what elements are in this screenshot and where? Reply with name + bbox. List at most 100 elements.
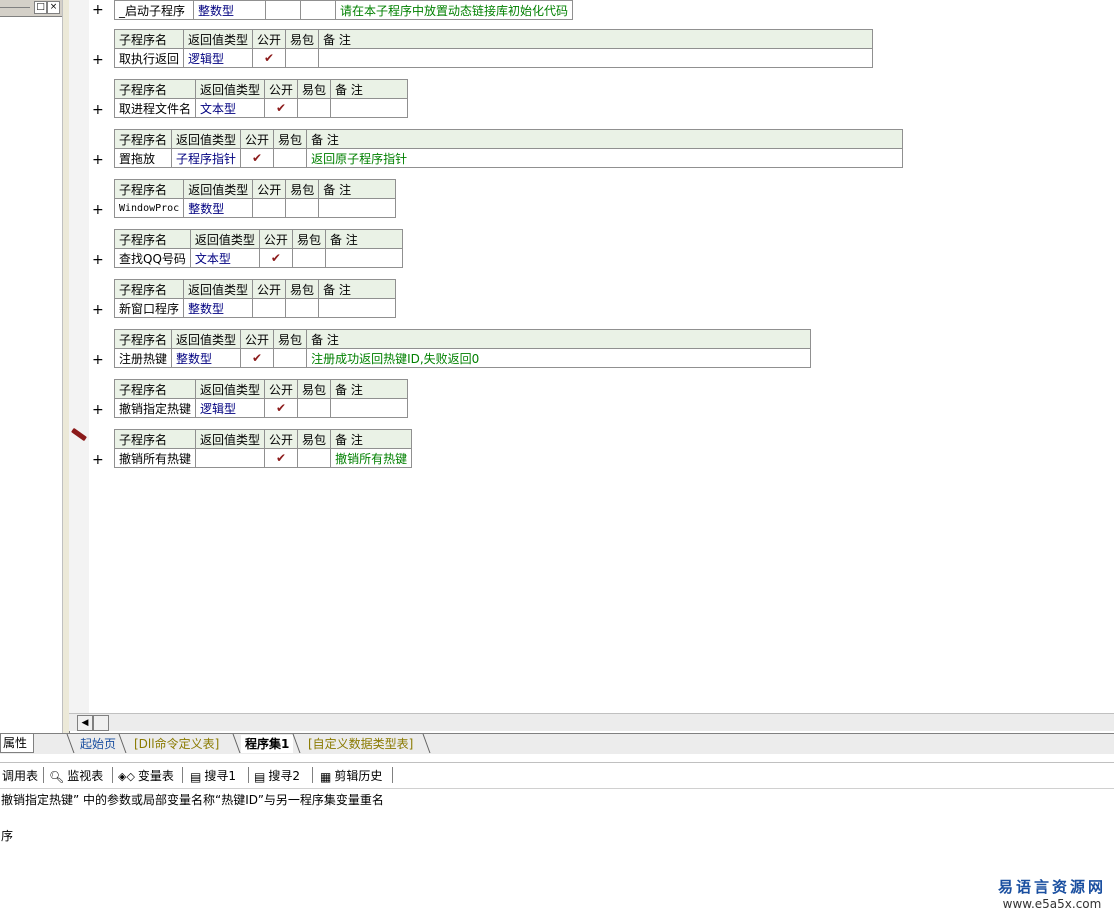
sub-return-type[interactable]: 整数型 (183, 298, 254, 318)
sub-return-type[interactable]: 文本型 (189, 248, 260, 268)
sub-public[interactable] (252, 298, 287, 318)
sub-name[interactable]: 注册热键 (113, 348, 173, 368)
divider (312, 767, 313, 783)
sub-name[interactable]: 置拖放 (113, 148, 173, 168)
sub-remark[interactable]: 注册成功返回热键ID,失败返回0 (306, 348, 812, 368)
sub-remark[interactable] (330, 98, 409, 118)
sub-name[interactable]: 查找QQ号码 (114, 248, 191, 268)
sub-remark[interactable] (318, 198, 397, 218)
scroll-thumb[interactable] (93, 715, 109, 731)
expand-icon[interactable]: + (92, 153, 104, 167)
horizontal-scrollbar[interactable]: ◀ (69, 713, 1114, 731)
public-check-icon[interactable]: ✔ (252, 48, 287, 68)
sub-easy[interactable] (285, 48, 320, 68)
monitor-table-button[interactable]: 🔍︎ 监视表 (49, 767, 103, 785)
sub-name[interactable]: _启动子程序 (114, 0, 194, 20)
sub-return-type[interactable]: 整数型 (193, 0, 266, 20)
col-name: 子程序名 (114, 229, 191, 249)
restore-icon[interactable]: □ (34, 1, 47, 14)
sub-table: 子程序名 返回值类型 公开 易包备 注 WindowProc 整数型 (113, 179, 397, 218)
sub-remark[interactable]: 返回原子程序指针 (306, 148, 904, 168)
public-check-icon[interactable]: ✔ (264, 398, 299, 418)
sub-easy[interactable] (273, 348, 308, 368)
sub-name[interactable]: 取进程文件名 (113, 98, 197, 118)
expand-icon[interactable]: + (92, 53, 104, 67)
sub-remark[interactable]: 撤销所有热键 (330, 448, 413, 468)
col-remark: 备 注 (318, 29, 874, 49)
sub-return-type[interactable]: 子程序指针 (171, 148, 242, 168)
sub-name[interactable]: 取执行返回 (113, 48, 185, 68)
watermark-title: 易语言资源网 (997, 878, 1106, 896)
col-easy: 易包 (285, 279, 320, 299)
divider (112, 767, 113, 783)
sub-return-type[interactable]: 整数型 (171, 348, 242, 368)
sub-easy[interactable] (297, 448, 332, 468)
sub-return-type[interactable]: 整数型 (183, 198, 254, 218)
expand-icon[interactable]: + (92, 103, 104, 117)
tab-custom-types[interactable]: [自定义数据类型表] (304, 735, 417, 753)
sub-table: 子程序名 返回值类型 公开 易包备 注 查找QQ号码 文本型 ✔ (114, 229, 403, 268)
sub-easy[interactable] (273, 148, 308, 168)
tab-start-page[interactable]: 起始页 (76, 735, 120, 753)
sub-public[interactable] (265, 0, 301, 20)
public-check-icon[interactable]: ✔ (240, 348, 275, 368)
public-check-icon[interactable]: ✔ (240, 148, 275, 168)
col-easy: 易包 (273, 129, 308, 149)
sub-easy[interactable] (300, 0, 336, 20)
expand-icon[interactable]: + (92, 303, 104, 317)
col-remark: 备 注 (330, 429, 413, 449)
expand-icon[interactable]: + (92, 203, 104, 217)
col-easy: 易包 (273, 329, 308, 349)
search1-button[interactable]: ▤ 搜寻1 (190, 767, 236, 785)
expand-icon[interactable]: + (92, 403, 104, 417)
sub-easy[interactable] (291, 248, 326, 268)
clip-history-button[interactable]: ▦ 剪辑历史 (320, 767, 382, 785)
sub-return-type[interactable]: 文本型 (195, 98, 266, 118)
call-table-button[interactable]: 调用表 (2, 767, 38, 785)
col-easy: 易包 (285, 179, 320, 199)
sub-return-type[interactable]: 逻辑型 (195, 398, 266, 418)
col-public: 公开 (252, 179, 287, 199)
variable-table-button[interactable]: ◈◇ 变量表 (118, 767, 174, 785)
sub-table: 子程序名 返回值类型 公开 易包备 注 取执行返回 逻辑型 ✔ (113, 29, 874, 68)
sub-return-type[interactable]: 逻辑型 (183, 48, 254, 68)
col-public: 公开 (258, 229, 293, 249)
sub-easy[interactable] (297, 98, 332, 118)
sub-public[interactable] (252, 198, 287, 218)
sub-name[interactable]: 撤销所有热键 (113, 448, 197, 468)
sub-remark[interactable] (330, 398, 409, 418)
close-icon[interactable]: × (47, 1, 60, 14)
search-doc-icon: ▤ (190, 769, 202, 784)
expand-icon[interactable]: + (92, 253, 104, 267)
tab-properties[interactable]: 属性 (0, 734, 34, 753)
public-check-icon[interactable]: ✔ (264, 98, 299, 118)
expand-icon[interactable]: + (92, 453, 104, 467)
sub-table: 子程序名 返回值类型 公开 易包备 注 撤销所有热键 ✔ 撤销所有热键 (113, 429, 413, 468)
expand-icon[interactable]: + (92, 353, 104, 367)
col-public: 公开 (240, 129, 275, 149)
sub-remark[interactable]: 请在本子程序中放置动态链接库初始化代码 (334, 0, 574, 20)
sub-name[interactable]: 撤销指定热键 (113, 398, 197, 418)
sub-return-type[interactable] (195, 448, 266, 468)
output-panel[interactable]: 撤销指定热键” 中的参数或局部变量名称“热键ID”与另一程序集变量重名 序 (0, 788, 1114, 915)
sub-remark[interactable] (324, 248, 403, 268)
col-ret: 返回值类型 (183, 279, 254, 299)
public-check-icon[interactable]: ✔ (264, 448, 299, 468)
col-name: 子程序名 (113, 179, 185, 199)
divider (392, 767, 393, 783)
sub-easy[interactable] (297, 398, 332, 418)
expand-icon[interactable]: + (92, 3, 104, 17)
sub-name[interactable]: 新窗口程序 (113, 298, 185, 318)
sub-remark[interactable] (318, 48, 874, 68)
scroll-left-icon[interactable]: ◀ (77, 715, 93, 731)
tab-dll-commands[interactable]: [Dll命令定义表] (130, 735, 223, 753)
sub-easy[interactable] (285, 298, 320, 318)
tab-program-set[interactable]: 程序集1 (241, 735, 294, 753)
public-check-icon[interactable]: ✔ (258, 248, 293, 268)
sub-remark[interactable] (318, 298, 397, 318)
sub-name[interactable]: WindowProc (113, 198, 185, 218)
sub-easy[interactable] (285, 198, 320, 218)
search2-button[interactable]: ▤ 搜寻2 (254, 767, 300, 785)
sub-table: 子程序名 返回值类型 公开 易包备 注 注册热键 整数型 ✔ 注册成功返回热键ID,失败返回… (113, 329, 812, 368)
col-ret: 返回值类型 (171, 329, 242, 349)
